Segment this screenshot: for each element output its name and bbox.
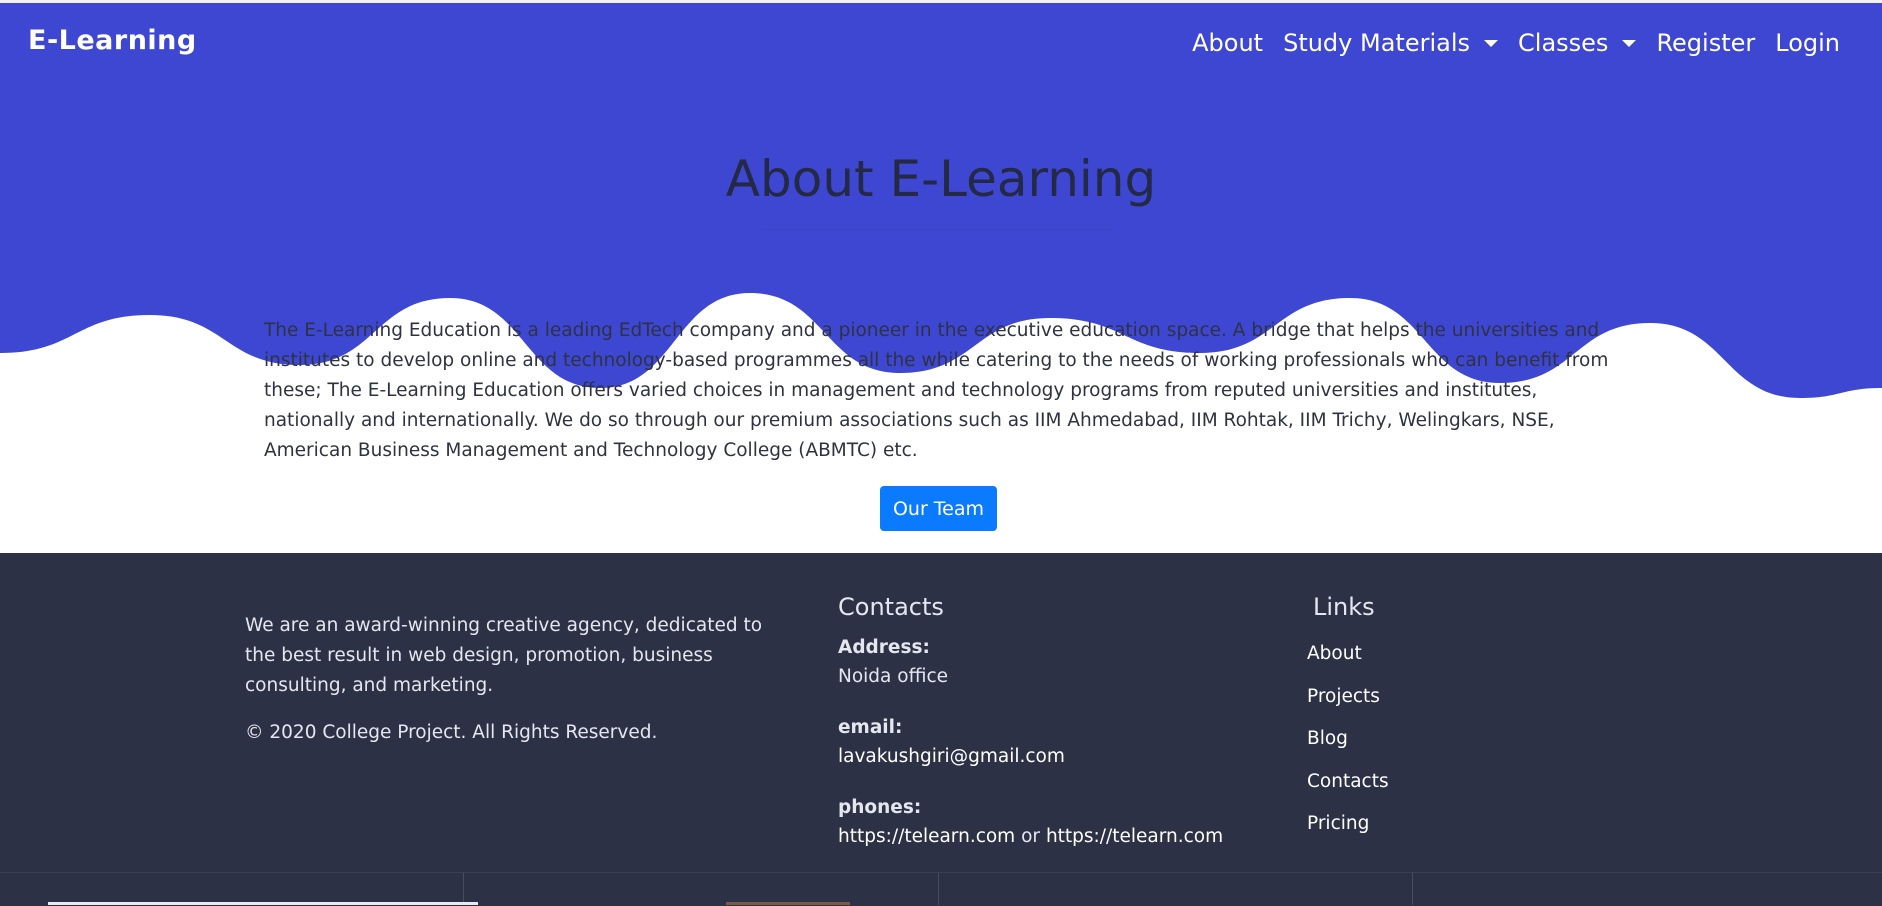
footer-link-pricing[interactable]: Pricing — [1307, 813, 1369, 834]
address-label: Address: — [838, 637, 930, 658]
divider — [1412, 873, 1413, 905]
email-label: email: — [838, 717, 903, 738]
page-title: About E-Learning — [725, 150, 1157, 208]
email-link[interactable]: lavakushgiri@gmail.com — [838, 746, 1065, 767]
footer-description: We are an award-winning creative agency,… — [245, 615, 763, 696]
footer-link-contacts[interactable]: Contacts — [1307, 771, 1389, 792]
list-item: About — [1307, 643, 1389, 686]
title-underline — [763, 229, 1113, 230]
divider — [938, 873, 939, 905]
nav-about-label: About — [1192, 29, 1264, 57]
nav-about[interactable]: About — [1192, 29, 1263, 57]
links-heading: Links — [1313, 593, 1375, 621]
nav-study-materials-dropdown[interactable]: Study Materials — [1283, 29, 1499, 57]
brand-logo[interactable]: E-Learning — [28, 25, 197, 56]
footer-link-blog[interactable]: Blog — [1307, 728, 1348, 749]
footer-link-projects[interactable]: Projects — [1307, 686, 1380, 707]
phone-link-2[interactable]: https://telearn.com — [1046, 826, 1223, 847]
email-value: lavakushgiri@gmail.com — [838, 746, 1065, 767]
footer-link-about[interactable]: About — [1307, 643, 1362, 664]
main-nav: About Study Materials Classes Register L… — [1172, 29, 1840, 57]
footer-copyright: © 2020 College Project. All Rights Reser… — [245, 722, 658, 743]
footer-links-list: About Projects Blog Contacts Pricing — [1307, 643, 1389, 856]
nav-study-materials-label: Study Materials — [1283, 29, 1471, 57]
hero-wave-background — [0, 3, 1882, 398]
nav-login[interactable]: Login — [1775, 29, 1840, 57]
caret-down-icon — [1484, 39, 1499, 47]
phones-value: https://telearn.com or https://telearn.c… — [838, 826, 1223, 847]
nav-classes-dropdown[interactable]: Classes — [1518, 29, 1637, 57]
list-item: Contacts — [1307, 771, 1389, 814]
divider — [463, 873, 464, 905]
nav-login-label: Login — [1775, 29, 1840, 57]
phone-link-1[interactable]: https://telearn.com — [838, 826, 1015, 847]
nav-classes-label: Classes — [1518, 29, 1609, 57]
footer: We are an award-winning creative agency,… — [0, 553, 1882, 905]
address-value: Noida office — [838, 666, 949, 687]
about-description: The E-Learning Education is a leading Ed… — [264, 320, 1609, 461]
hero-section: E-Learning About Study Materials Classes… — [0, 3, 1882, 553]
list-item: Projects — [1307, 686, 1389, 729]
nav-register-label: Register — [1656, 29, 1756, 57]
contacts-heading: Contacts — [838, 593, 944, 621]
phones-label: phones: — [838, 797, 922, 818]
footer-bottom-bar — [0, 872, 1882, 906]
our-team-button[interactable]: Our Team — [880, 486, 997, 531]
caret-down-icon — [1622, 39, 1637, 47]
list-item: Blog — [1307, 728, 1389, 771]
phone-separator: or — [1021, 826, 1041, 847]
list-item: Pricing — [1307, 813, 1389, 856]
nav-register[interactable]: Register — [1656, 29, 1755, 57]
